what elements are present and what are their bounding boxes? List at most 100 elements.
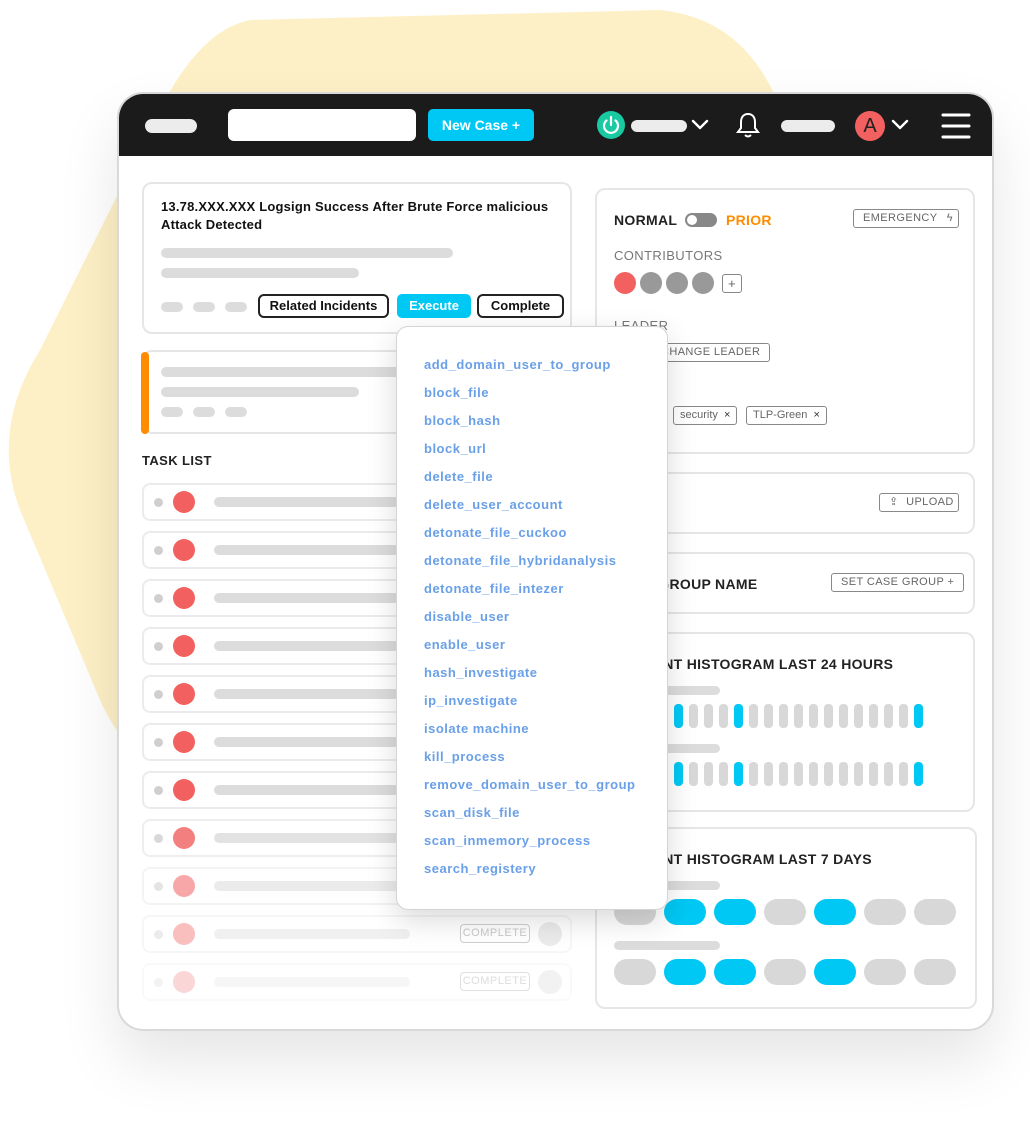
complete-button[interactable]: Complete [477, 294, 564, 318]
priority-toggle[interactable] [685, 212, 717, 228]
histogram-bar[interactable] [734, 762, 743, 786]
histogram-bar[interactable] [704, 704, 713, 728]
dropdown-item[interactable]: delete_file [424, 469, 493, 484]
histogram-day-pill[interactable] [714, 899, 756, 925]
power-icon[interactable] [597, 111, 625, 139]
histogram-bar[interactable] [749, 704, 758, 728]
dropdown-item[interactable]: detonate_file_intezer [424, 581, 564, 596]
change-leader-button[interactable]: CHANGE LEADER [651, 343, 771, 362]
histogram-day-pill[interactable] [914, 899, 956, 925]
histogram-day-pill[interactable] [764, 959, 806, 985]
histogram-bar[interactable] [809, 762, 818, 786]
close-icon[interactable]: × [813, 409, 819, 421]
close-icon[interactable]: × [724, 409, 730, 421]
dropdown-item[interactable]: isolate machine [424, 721, 529, 736]
histogram-bar[interactable] [869, 762, 878, 786]
dropdown-item[interactable]: disable_user [424, 609, 510, 624]
search-input[interactable] [228, 109, 416, 141]
tag-security[interactable]: security × [673, 406, 738, 425]
histogram-bar[interactable] [689, 762, 698, 786]
dropdown-item[interactable]: block_hash [424, 413, 501, 428]
tag-tlp-green[interactable]: TLP-Green × [746, 406, 827, 425]
histogram-bar[interactable] [764, 762, 773, 786]
histogram-day-pill[interactable] [914, 959, 956, 985]
histogram-day-pill[interactable] [664, 959, 706, 985]
chevron-down-icon[interactable] [891, 118, 909, 132]
histogram-bar[interactable] [914, 704, 923, 728]
upload-button[interactable]: ⇪ UPLOAD [879, 493, 959, 512]
chevron-down-icon[interactable] [691, 118, 709, 132]
hamburger-menu-icon[interactable] [941, 111, 971, 141]
set-case-group-button[interactable]: SET CASE GROUP + [831, 573, 965, 592]
histogram-bar[interactable] [884, 704, 893, 728]
histogram-day-pill[interactable] [614, 959, 656, 985]
dropdown-item[interactable]: add_domain_user_to_group [424, 357, 611, 372]
task-complete-button[interactable]: COMPLETE [460, 924, 530, 943]
emergency-button[interactable]: EMERGENCY ϟ [853, 209, 959, 228]
histogram-bar[interactable] [884, 762, 893, 786]
contributor-avatar[interactable] [614, 272, 636, 294]
histogram-bar[interactable] [869, 704, 878, 728]
histogram-bar[interactable] [794, 762, 803, 786]
task-row[interactable]: COMPLETE [142, 915, 572, 953]
dropdown-item[interactable]: scan_inmemory_process [424, 833, 591, 848]
execute-button[interactable]: Execute [397, 294, 471, 318]
histogram-bar[interactable] [899, 704, 908, 728]
histogram-bar[interactable] [779, 704, 788, 728]
histogram-day-pill[interactable] [764, 899, 806, 925]
histogram-bar[interactable] [854, 704, 863, 728]
dropdown-item[interactable]: block_url [424, 441, 486, 456]
dropdown-item[interactable]: ip_investigate [424, 693, 518, 708]
histogram-bar[interactable] [764, 704, 773, 728]
dropdown-item[interactable]: block_file [424, 385, 489, 400]
dropdown-item[interactable]: detonate_file_hybridanalysis [424, 553, 616, 568]
task-status-indicator [173, 683, 195, 705]
histogram-bar[interactable] [734, 704, 743, 728]
histogram-bar[interactable] [719, 762, 728, 786]
histogram-bar[interactable] [809, 704, 818, 728]
dropdown-item[interactable]: search_registery [424, 861, 536, 876]
histogram-day-pill[interactable] [864, 899, 906, 925]
histogram-bar[interactable] [839, 762, 848, 786]
dropdown-item[interactable]: delete_user_account [424, 497, 563, 512]
histogram-bar[interactable] [719, 704, 728, 728]
task-status-indicator [173, 635, 195, 657]
histogram-day-pill[interactable] [664, 899, 706, 925]
histogram-bar[interactable] [689, 704, 698, 728]
histogram-day-pill[interactable] [814, 959, 856, 985]
dropdown-item[interactable]: kill_process [424, 749, 505, 764]
contributor-avatar[interactable] [640, 272, 662, 294]
dropdown-item[interactable]: enable_user [424, 637, 505, 652]
related-incidents-button[interactable]: Related Incidents [258, 294, 389, 318]
dropdown-item[interactable]: remove_domain_user_to_group [424, 777, 635, 792]
histogram-day-pill[interactable] [864, 959, 906, 985]
histogram-bar[interactable] [824, 762, 833, 786]
task-check[interactable] [538, 970, 562, 994]
status-selector[interactable] [631, 120, 687, 132]
contributor-avatar[interactable] [666, 272, 688, 294]
dropdown-item[interactable]: hash_investigate [424, 665, 538, 680]
histogram-day-pill[interactable] [814, 899, 856, 925]
histogram-bar[interactable] [674, 704, 683, 728]
add-contributor-button[interactable]: + [722, 274, 742, 293]
dropdown-item[interactable]: scan_disk_file [424, 805, 520, 820]
histogram-bar[interactable] [899, 762, 908, 786]
task-check[interactable] [538, 922, 562, 946]
task-complete-button[interactable]: COMPLETE [460, 972, 530, 991]
avatar[interactable]: A [855, 111, 885, 141]
histogram-day-pill[interactable] [714, 959, 756, 985]
histogram-bar[interactable] [779, 762, 788, 786]
histogram-bar[interactable] [794, 704, 803, 728]
histogram-bar[interactable] [749, 762, 758, 786]
contributor-avatar[interactable] [692, 272, 714, 294]
histogram-bar[interactable] [704, 762, 713, 786]
histogram-bar[interactable] [854, 762, 863, 786]
histogram-bar[interactable] [824, 704, 833, 728]
histogram-bar[interactable] [914, 762, 923, 786]
histogram-bar[interactable] [839, 704, 848, 728]
bell-icon[interactable] [735, 111, 761, 139]
task-row[interactable]: COMPLETE [142, 963, 572, 1001]
dropdown-item[interactable]: detonate_file_cuckoo [424, 525, 567, 540]
histogram-bar[interactable] [674, 762, 683, 786]
new-case-button[interactable]: New Case + [428, 109, 534, 141]
